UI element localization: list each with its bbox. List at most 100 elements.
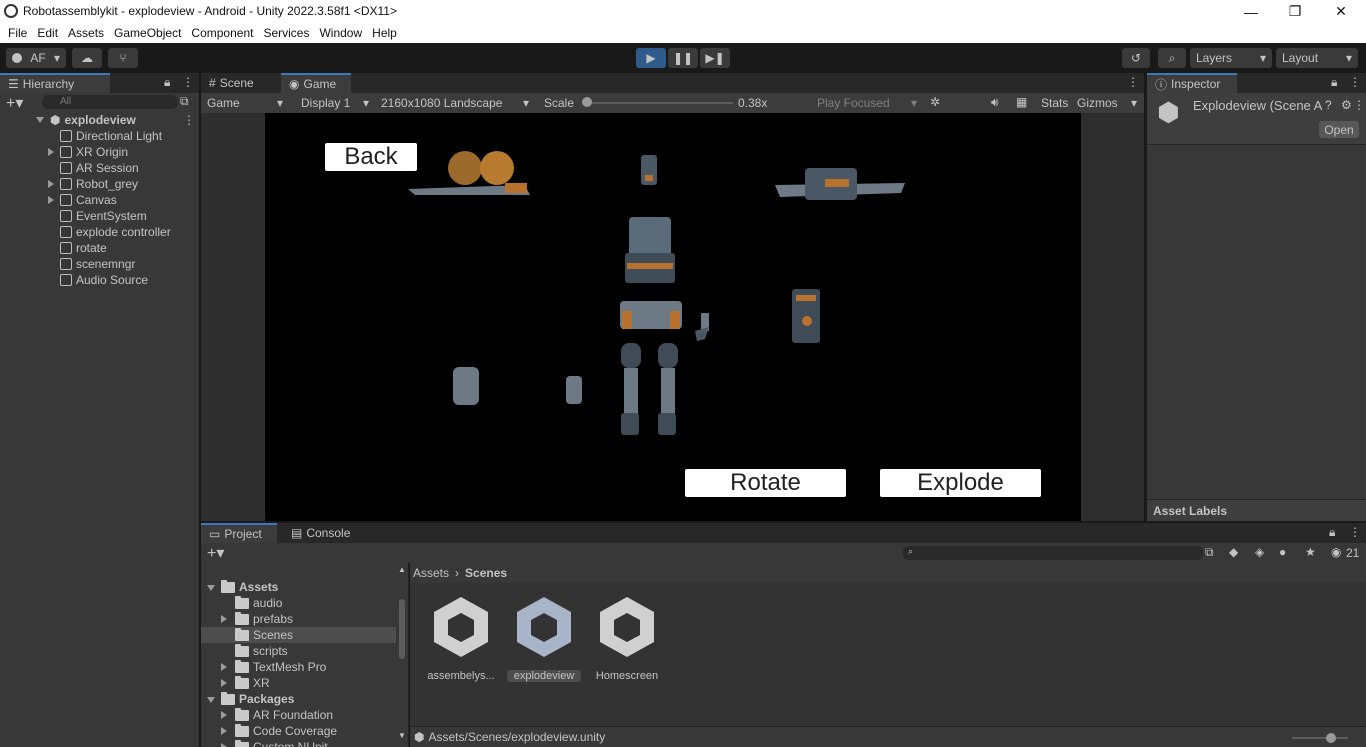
scale-slider-handle[interactable] xyxy=(582,97,592,107)
kebab-menu-icon[interactable]: ⋮ xyxy=(1353,98,1365,112)
favorite-icon[interactable]: ★ xyxy=(1305,545,1316,559)
lock-icon[interactable]: 🔒︎ xyxy=(1331,75,1337,90)
expand-icon[interactable] xyxy=(221,708,235,722)
project-tree-item[interactable]: Scenes xyxy=(201,627,396,643)
audio-mute-icon[interactable]: 🔊︎ xyxy=(991,95,999,110)
kebab-menu-icon[interactable]: ⋮ xyxy=(1349,75,1361,89)
hierarchy-item[interactable]: explode controller xyxy=(48,224,171,240)
tab-console[interactable]: ▤ Console xyxy=(283,523,359,543)
add-icon[interactable]: +▾ xyxy=(207,543,224,563)
expand-icon[interactable] xyxy=(221,724,235,738)
menu-file[interactable]: File xyxy=(0,26,32,40)
search-button[interactable]: ⌕ xyxy=(1158,48,1186,68)
asset-item[interactable]: assembelys... xyxy=(424,593,498,682)
project-tree-item[interactable]: Custom NUnit xyxy=(201,739,396,747)
scroll-down-icon[interactable]: ▼ xyxy=(398,731,406,740)
search-filter-icon[interactable]: ⧉ xyxy=(1205,545,1214,560)
tab-scene[interactable]: # Scene xyxy=(201,73,277,93)
settings-icon[interactable]: ⚙ xyxy=(1341,98,1352,112)
cloud-button[interactable]: ☁ xyxy=(72,48,102,68)
asset-item[interactable]: Homescreen xyxy=(590,593,664,682)
play-focused-dropdown[interactable]: Play Focused ▾ xyxy=(811,94,923,112)
label-filter-icon[interactable]: ◈ xyxy=(1255,545,1264,559)
hierarchy-item[interactable]: Audio Source xyxy=(48,272,148,288)
type-filter-icon[interactable]: ◆ xyxy=(1229,545,1238,559)
lock-icon[interactable]: 🔒︎ xyxy=(164,75,170,90)
hierarchy-item[interactable]: AR Session xyxy=(48,160,139,176)
icon-size-slider[interactable] xyxy=(1292,737,1348,739)
layout-dropdown[interactable]: Layout ▾ xyxy=(1276,48,1358,68)
gizmos-dropdown[interactable]: Gizmos ▾ xyxy=(1071,94,1143,112)
tree-scrollbar[interactable]: ▲ ▼ xyxy=(397,563,407,747)
play-button[interactable]: ▶ xyxy=(636,48,666,68)
expand-icon[interactable] xyxy=(48,193,60,207)
expand-icon[interactable] xyxy=(48,145,60,159)
expand-icon[interactable] xyxy=(36,117,44,123)
resolution-dropdown[interactable]: 2160x1080 Landscape ▾ xyxy=(375,94,535,112)
breadcrumb-scenes[interactable]: Scenes xyxy=(465,566,507,580)
tab-project[interactable]: ▭ Project xyxy=(201,523,277,543)
scene-root[interactable]: ⬢ explodeview xyxy=(36,112,199,128)
open-button[interactable]: Open xyxy=(1319,121,1359,138)
minimize-button[interactable]: — xyxy=(1228,0,1274,23)
close-button[interactable]: ✕ xyxy=(1318,0,1364,23)
project-tree-item[interactable]: audio xyxy=(201,595,396,611)
hierarchy-item[interactable]: rotate xyxy=(48,240,107,256)
tab-game[interactable]: ◉ Game xyxy=(281,73,351,93)
eye-icon[interactable]: ◉ xyxy=(1331,545,1341,559)
project-search-input[interactable]: ⌕ xyxy=(903,546,1203,560)
menu-component[interactable]: Component xyxy=(186,26,258,40)
account-dropdown[interactable]: AF ▾ xyxy=(6,48,66,68)
expand-icon[interactable] xyxy=(207,580,221,594)
asset-labels-header[interactable]: Asset Labels xyxy=(1147,499,1366,521)
menu-services[interactable]: Services xyxy=(258,26,314,40)
hierarchy-item[interactable]: Directional Light xyxy=(48,128,162,144)
display-dropdown[interactable]: Display 1 ▾ xyxy=(295,94,375,112)
project-tree-item[interactable]: Assets xyxy=(201,579,396,595)
warning-filter-icon[interactable]: ● xyxy=(1279,545,1286,559)
expand-icon[interactable] xyxy=(221,676,235,690)
hierarchy-item[interactable]: Canvas xyxy=(48,192,117,208)
history-button[interactable]: ↺ xyxy=(1122,48,1150,68)
game-viewport[interactable]: Back Rotate Explode xyxy=(265,113,1081,521)
menu-window[interactable]: Window xyxy=(314,26,367,40)
scroll-up-icon[interactable]: ▲ xyxy=(398,565,406,574)
search-filter-icon[interactable]: ⧉ xyxy=(180,94,189,109)
project-tree-item[interactable]: XR xyxy=(201,675,396,691)
kebab-menu-icon[interactable]: ⋮ xyxy=(183,113,195,127)
pause-button[interactable]: ❚❚ xyxy=(668,48,698,68)
bug-icon[interactable]: ✲ xyxy=(930,95,940,109)
kebab-menu-icon[interactable]: ⋮ xyxy=(1127,75,1139,89)
project-tree-item[interactable]: Code Coverage xyxy=(201,723,396,739)
kebab-menu-icon[interactable]: ⋮ xyxy=(1349,525,1361,539)
tab-hierarchy[interactable]: ☰ Hierarchy xyxy=(0,73,110,93)
expand-icon[interactable] xyxy=(221,740,235,747)
hierarchy-item[interactable]: scenemngr xyxy=(48,256,135,272)
hierarchy-item[interactable]: XR Origin xyxy=(48,144,128,160)
kebab-menu-icon[interactable]: ⋮ xyxy=(182,75,194,89)
maximize-button[interactable]: ❐ xyxy=(1272,0,1318,23)
menu-help[interactable]: Help xyxy=(367,26,402,40)
hierarchy-item[interactable]: Robot_grey xyxy=(48,176,138,192)
breadcrumb-assets[interactable]: Assets xyxy=(413,566,449,580)
layers-dropdown[interactable]: Layers ▾ xyxy=(1190,48,1272,68)
project-tree-item[interactable]: scripts xyxy=(201,643,396,659)
lock-icon[interactable]: 🔒︎ xyxy=(1329,525,1335,540)
help-icon[interactable]: ? xyxy=(1325,98,1332,112)
expand-icon[interactable] xyxy=(48,177,60,191)
menu-gameobject[interactable]: GameObject xyxy=(109,26,186,40)
stats-button[interactable]: Stats xyxy=(1041,96,1068,110)
tab-inspector[interactable]: ⓘ Inspector xyxy=(1147,73,1237,93)
collab-button[interactable]: ⑂ xyxy=(108,48,138,68)
view-select-dropdown[interactable]: Game ▾ xyxy=(201,94,289,112)
expand-icon[interactable] xyxy=(221,612,235,626)
project-tree-item[interactable]: prefabs xyxy=(201,611,396,627)
expand-icon[interactable] xyxy=(207,692,221,706)
project-tree-item[interactable]: Packages xyxy=(201,691,396,707)
grid-toggle-icon[interactable]: ▦ xyxy=(1016,95,1027,109)
add-icon[interactable]: +▾ xyxy=(6,93,23,113)
project-tree-item[interactable]: TextMesh Pro xyxy=(201,659,396,675)
scrollbar-thumb[interactable] xyxy=(399,599,405,659)
hierarchy-search-input[interactable]: All xyxy=(42,95,178,109)
asset-item[interactable]: explodeview xyxy=(507,593,581,682)
